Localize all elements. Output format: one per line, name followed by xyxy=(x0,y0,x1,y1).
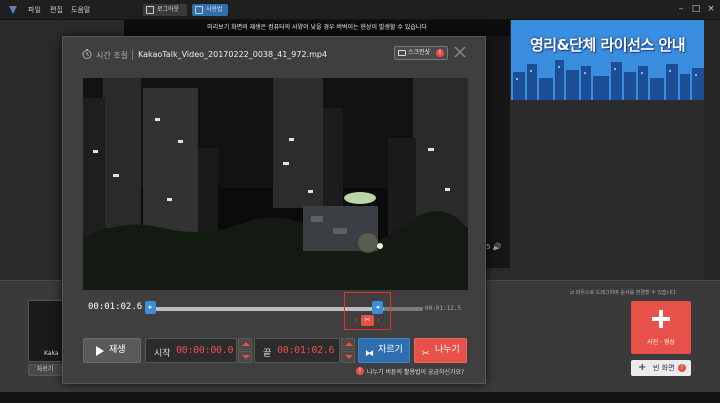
arrow-right-icon: › xyxy=(377,316,380,324)
add-media-label: 사진 · 영상 xyxy=(647,339,675,346)
guide-button[interactable]: 사용법 xyxy=(192,4,228,16)
logout-label: 로그아웃 xyxy=(157,6,180,13)
close-icon[interactable] xyxy=(453,45,467,59)
current-time: 00:01:02.6 xyxy=(88,302,143,312)
blank-screen-button[interactable]: + 빈 화면 ! xyxy=(631,360,691,376)
total-time: 00:01:12.5 xyxy=(425,305,462,312)
clip-cut-button[interactable]: 자르기 xyxy=(28,364,62,376)
city-skyline-graphic xyxy=(511,20,704,100)
start-time-field[interactable]: 시작 00:00:00.0 xyxy=(145,338,237,363)
status-bar xyxy=(0,392,720,403)
window-close-icon[interactable]: × xyxy=(706,4,716,14)
plus-icon: + xyxy=(638,362,647,373)
start-time-stepper[interactable] xyxy=(238,338,252,363)
add-media-button[interactable]: 사진 · 영상 xyxy=(631,301,691,354)
top-bar: 파일 편집 도움말 로그아웃 사용법 – □ × xyxy=(0,0,720,20)
minimize-icon[interactable]: – xyxy=(676,4,686,14)
info-icon: ! xyxy=(356,367,364,375)
clip-label: Kaka xyxy=(44,350,59,357)
file-name: KakaoTalk_Video_20170222_0038_41_972.mp4 xyxy=(138,50,328,59)
time-adjust-dialog: 시간 조절 KakaoTalk_Video_20170222_0038_41_9… xyxy=(62,36,486,384)
scissors-icon: ✂ xyxy=(422,349,430,359)
volume-icon[interactable]: 5 🔊 xyxy=(486,243,501,251)
guide-label: 사용법 xyxy=(206,6,223,13)
maximize-icon[interactable]: □ xyxy=(691,4,701,14)
screenshot-label: 스크린샷 xyxy=(408,49,431,56)
logout-button[interactable]: 로그아웃 xyxy=(143,4,187,16)
info-icon[interactable]: ! xyxy=(436,49,444,57)
menu-edit[interactable]: 편집 xyxy=(50,5,63,15)
play-button[interactable]: 재생 xyxy=(83,338,141,363)
cut-label: 자르기 xyxy=(378,345,403,355)
book-icon xyxy=(195,6,203,14)
range-start-handle[interactable]: ▸ xyxy=(145,301,156,314)
dialog-title: 시간 조절 xyxy=(96,51,128,60)
end-time-field[interactable]: 끝 00:01:02.6 xyxy=(254,338,340,363)
split-handle[interactable]: ✂ xyxy=(361,315,374,326)
menu-help[interactable]: 도움말 xyxy=(71,5,90,15)
preview-notice: 미리보기 화면의 재생은 컴퓨터의 사양이 낮을 경우 버벅이는 현상이 발생할… xyxy=(124,20,510,36)
blank-screen-label: 빈 화면 xyxy=(653,364,675,372)
banner-title: 영리&단체 라이선스 안내 xyxy=(529,36,686,54)
camera-icon xyxy=(398,50,406,56)
app-logo-icon xyxy=(9,6,17,14)
plus-icon xyxy=(652,310,670,328)
clock-icon xyxy=(82,49,92,59)
license-banner[interactable]: 영리&단체 라이선스 안내 xyxy=(511,20,704,100)
start-decrement-button[interactable] xyxy=(238,351,252,363)
end-time-value[interactable]: 00:01:02.6 xyxy=(277,345,335,356)
split-label: 나누기 xyxy=(435,345,460,355)
end-decrement-button[interactable] xyxy=(341,351,355,363)
video-frame-image xyxy=(83,78,468,290)
start-label: 시작 xyxy=(154,349,171,359)
screenshot-button[interactable]: 스크린샷 ! xyxy=(394,46,448,60)
end-label: 끝 xyxy=(263,349,272,359)
cut-button[interactable]: ⧓ 자르기 xyxy=(358,338,410,363)
timeline-hint: ⇄ 마우스로 드래그하여 순서를 변경할 수 있습니다. xyxy=(570,290,678,296)
split-hint-label: 나누기 버튼의 활용법이 궁금하신가요? xyxy=(367,369,465,376)
split-button[interactable]: ✂ 나누기 xyxy=(414,338,467,363)
play-label: 재생 xyxy=(109,345,126,355)
end-time-stepper[interactable] xyxy=(341,338,355,363)
start-time-value[interactable]: 00:00:00.0 xyxy=(176,345,234,356)
cut-icon: ⧓ xyxy=(365,349,374,359)
right-scrollbar[interactable] xyxy=(704,20,720,280)
title-divider xyxy=(132,50,133,60)
menu-file[interactable]: 파일 xyxy=(28,5,41,15)
play-icon xyxy=(96,346,104,356)
arrow-left-icon: ‹ xyxy=(354,316,357,324)
video-preview[interactable] xyxy=(83,78,468,290)
start-increment-button[interactable] xyxy=(238,338,252,350)
info-icon[interactable]: ! xyxy=(678,364,686,372)
logout-icon xyxy=(146,6,154,14)
end-increment-button[interactable] xyxy=(341,338,355,350)
split-help-link[interactable]: ! 나누기 버튼의 활용법이 궁금하신가요? xyxy=(356,367,464,376)
